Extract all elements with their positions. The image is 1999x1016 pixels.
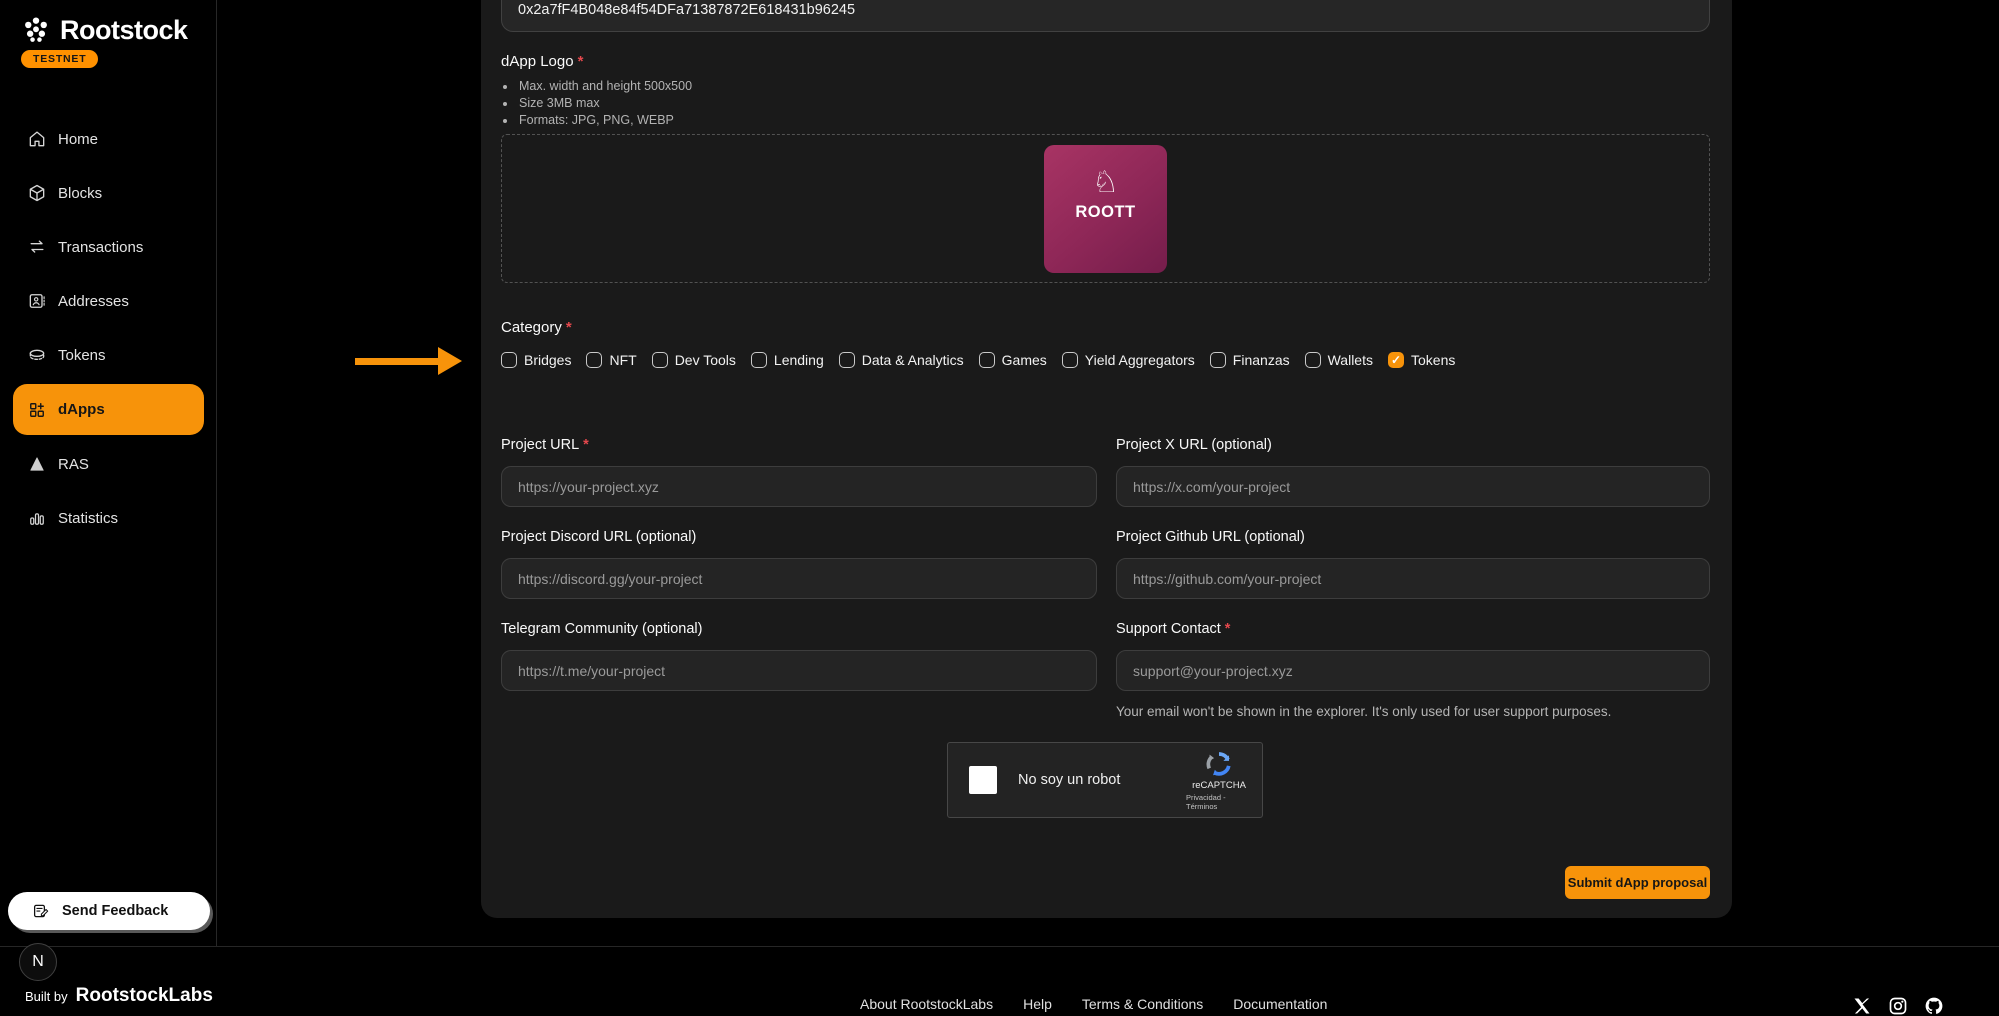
recaptcha-checkbox[interactable] xyxy=(969,766,997,794)
submit-dapp-proposal-button[interactable]: Submit dApp proposal xyxy=(1565,866,1710,899)
project-url-field: Project URL* xyxy=(501,437,1097,507)
sidebar: Rootstock TESTNET Home Blocks Transactio… xyxy=(0,0,217,946)
category-checkbox-lending[interactable]: Lending xyxy=(751,352,824,368)
project-x-url-input[interactable] xyxy=(1116,466,1710,507)
checkbox[interactable] xyxy=(501,352,517,368)
network-badge: TESTNET xyxy=(21,50,98,68)
transactions-icon xyxy=(27,237,47,257)
feedback-label: Send Feedback xyxy=(62,903,168,919)
recaptcha-label: No soy un robot xyxy=(1018,772,1120,788)
recaptcha-privacy-terms[interactable]: Privacidad - Términos xyxy=(1186,793,1252,811)
sidebar-item-home[interactable]: Home xyxy=(0,112,217,166)
checkbox[interactable] xyxy=(979,352,995,368)
category-checkbox-nft[interactable]: NFT xyxy=(586,352,636,368)
sidebar-item-ras[interactable]: RAS xyxy=(0,437,217,491)
telegram-community-field: Telegram Community (optional) xyxy=(501,621,1097,719)
category-checkbox-data-analytics[interactable]: Data & Analytics xyxy=(839,352,964,368)
sidebar-item-dapps[interactable]: dApps xyxy=(13,384,204,435)
annotation-arrow xyxy=(355,358,440,365)
project-discord-url-input[interactable] xyxy=(501,558,1097,599)
annotation-arrow-head xyxy=(438,347,462,375)
blocks-icon xyxy=(27,183,47,203)
category-checkbox-tokens[interactable]: ✓ Tokens xyxy=(1388,352,1455,368)
telegram-community-input[interactable] xyxy=(501,650,1097,691)
footer-link-documentation[interactable]: Documentation xyxy=(1233,996,1327,1012)
check-icon: ✓ xyxy=(1391,354,1401,366)
checkbox[interactable] xyxy=(1210,352,1226,368)
tokens-icon xyxy=(27,345,47,365)
category-checkbox-yield-aggregators[interactable]: Yield Aggregators xyxy=(1062,352,1195,368)
sidebar-item-tokens[interactable]: Tokens xyxy=(0,328,217,382)
dapp-logo-label: dApp Logo* xyxy=(501,53,583,70)
project-github-url-input[interactable] xyxy=(1116,558,1710,599)
brand-name: Rootstock xyxy=(60,15,188,46)
category-checkbox-finanzas[interactable]: Finanzas xyxy=(1210,352,1290,368)
feedback-pencil-icon xyxy=(32,902,50,920)
brand-logo[interactable]: Rootstock xyxy=(20,14,188,46)
footer-link-terms[interactable]: Terms & Conditions xyxy=(1082,996,1203,1012)
recaptcha-widget: No soy un robot reCAPTCHA Privacidad - T… xyxy=(947,742,1263,818)
project-github-url-field: Project Github URL (optional) xyxy=(1116,529,1710,599)
x-icon[interactable] xyxy=(1852,996,1872,1016)
logo-preview-tile[interactable]: ♘ ROOTT xyxy=(1044,145,1167,273)
category-checkbox-bridges[interactable]: Bridges xyxy=(501,352,571,368)
home-icon xyxy=(27,129,47,149)
sidebar-nav: Home Blocks Transactions Addresses Token… xyxy=(0,112,217,545)
category-checkbox-wallets[interactable]: Wallets xyxy=(1305,352,1373,368)
footer-divider xyxy=(0,946,1999,947)
project-x-url-field: Project X URL (optional) xyxy=(1116,437,1710,507)
footer-social-icons xyxy=(1852,996,1944,1016)
logo-requirements-list: Max. width and height 500x500 Size 3MB m… xyxy=(517,78,692,129)
github-icon[interactable] xyxy=(1924,996,1944,1016)
ras-icon xyxy=(27,454,47,474)
checkbox[interactable] xyxy=(839,352,855,368)
category-checkbox-games[interactable]: Games xyxy=(979,352,1047,368)
recaptcha-swirl-icon xyxy=(1204,749,1234,779)
logo-dropzone[interactable]: ♘ ROOTT xyxy=(501,134,1710,283)
rootstock-logo-icon xyxy=(20,14,52,46)
url-fields-grid: Project URL* Project X URL (optional) Pr… xyxy=(501,437,1710,719)
project-discord-url-field: Project Discord URL (optional) xyxy=(501,529,1097,599)
footer-links: About RootstockLabs Help Terms & Conditi… xyxy=(860,996,1327,1012)
checkbox-checked[interactable]: ✓ xyxy=(1388,352,1404,368)
dapp-proposal-panel: dApp Logo* Max. width and height 500x500… xyxy=(481,0,1732,918)
required-asterisk: * xyxy=(1225,621,1231,637)
sidebar-item-addresses[interactable]: Addresses xyxy=(0,274,217,328)
footer-link-about[interactable]: About RootstockLabs xyxy=(860,996,993,1012)
checkbox[interactable] xyxy=(751,352,767,368)
recaptcha-logo: reCAPTCHA Privacidad - Términos xyxy=(1186,749,1252,811)
logo-preview-name: ROOTT xyxy=(1075,203,1135,222)
required-asterisk: * xyxy=(578,53,584,70)
checkbox[interactable] xyxy=(1062,352,1078,368)
support-contact-field: Support Contact* Your email won't be sho… xyxy=(1116,621,1710,719)
category-checkbox-dev-tools[interactable]: Dev Tools xyxy=(652,352,736,368)
checkbox[interactable] xyxy=(652,352,668,368)
category-label: Category* xyxy=(501,319,572,336)
logo-requirement: Size 3MB max xyxy=(517,95,692,112)
contract-address-input[interactable] xyxy=(501,0,1710,32)
checkbox[interactable] xyxy=(586,352,602,368)
addresses-icon xyxy=(27,291,47,311)
logo-requirement: Max. width and height 500x500 xyxy=(517,78,692,95)
footer-link-help[interactable]: Help xyxy=(1023,996,1052,1012)
required-asterisk: * xyxy=(583,437,589,453)
knight-icon: ♘ xyxy=(1092,167,1119,199)
sidebar-item-transactions[interactable]: Transactions xyxy=(0,220,217,274)
recaptcha-brand: reCAPTCHA xyxy=(1192,780,1246,791)
avatar[interactable]: N xyxy=(19,943,57,981)
send-feedback-button[interactable]: Send Feedback xyxy=(8,892,210,930)
instagram-icon[interactable] xyxy=(1888,996,1908,1016)
support-contact-input[interactable] xyxy=(1116,650,1710,691)
required-asterisk: * xyxy=(566,319,572,336)
logo-requirement: Formats: JPG, PNG, WEBP xyxy=(517,112,692,129)
statistics-icon xyxy=(27,508,47,528)
sidebar-item-statistics[interactable]: Statistics xyxy=(0,491,217,545)
email-privacy-note: Your email won't be shown in the explore… xyxy=(1116,704,1710,719)
checkbox[interactable] xyxy=(1305,352,1321,368)
dapps-icon xyxy=(27,400,47,420)
sidebar-item-blocks[interactable]: Blocks xyxy=(0,166,217,220)
category-checkbox-row: Bridges NFT Dev Tools Lending Data & Ana… xyxy=(501,352,1455,368)
project-url-input[interactable] xyxy=(501,466,1097,507)
